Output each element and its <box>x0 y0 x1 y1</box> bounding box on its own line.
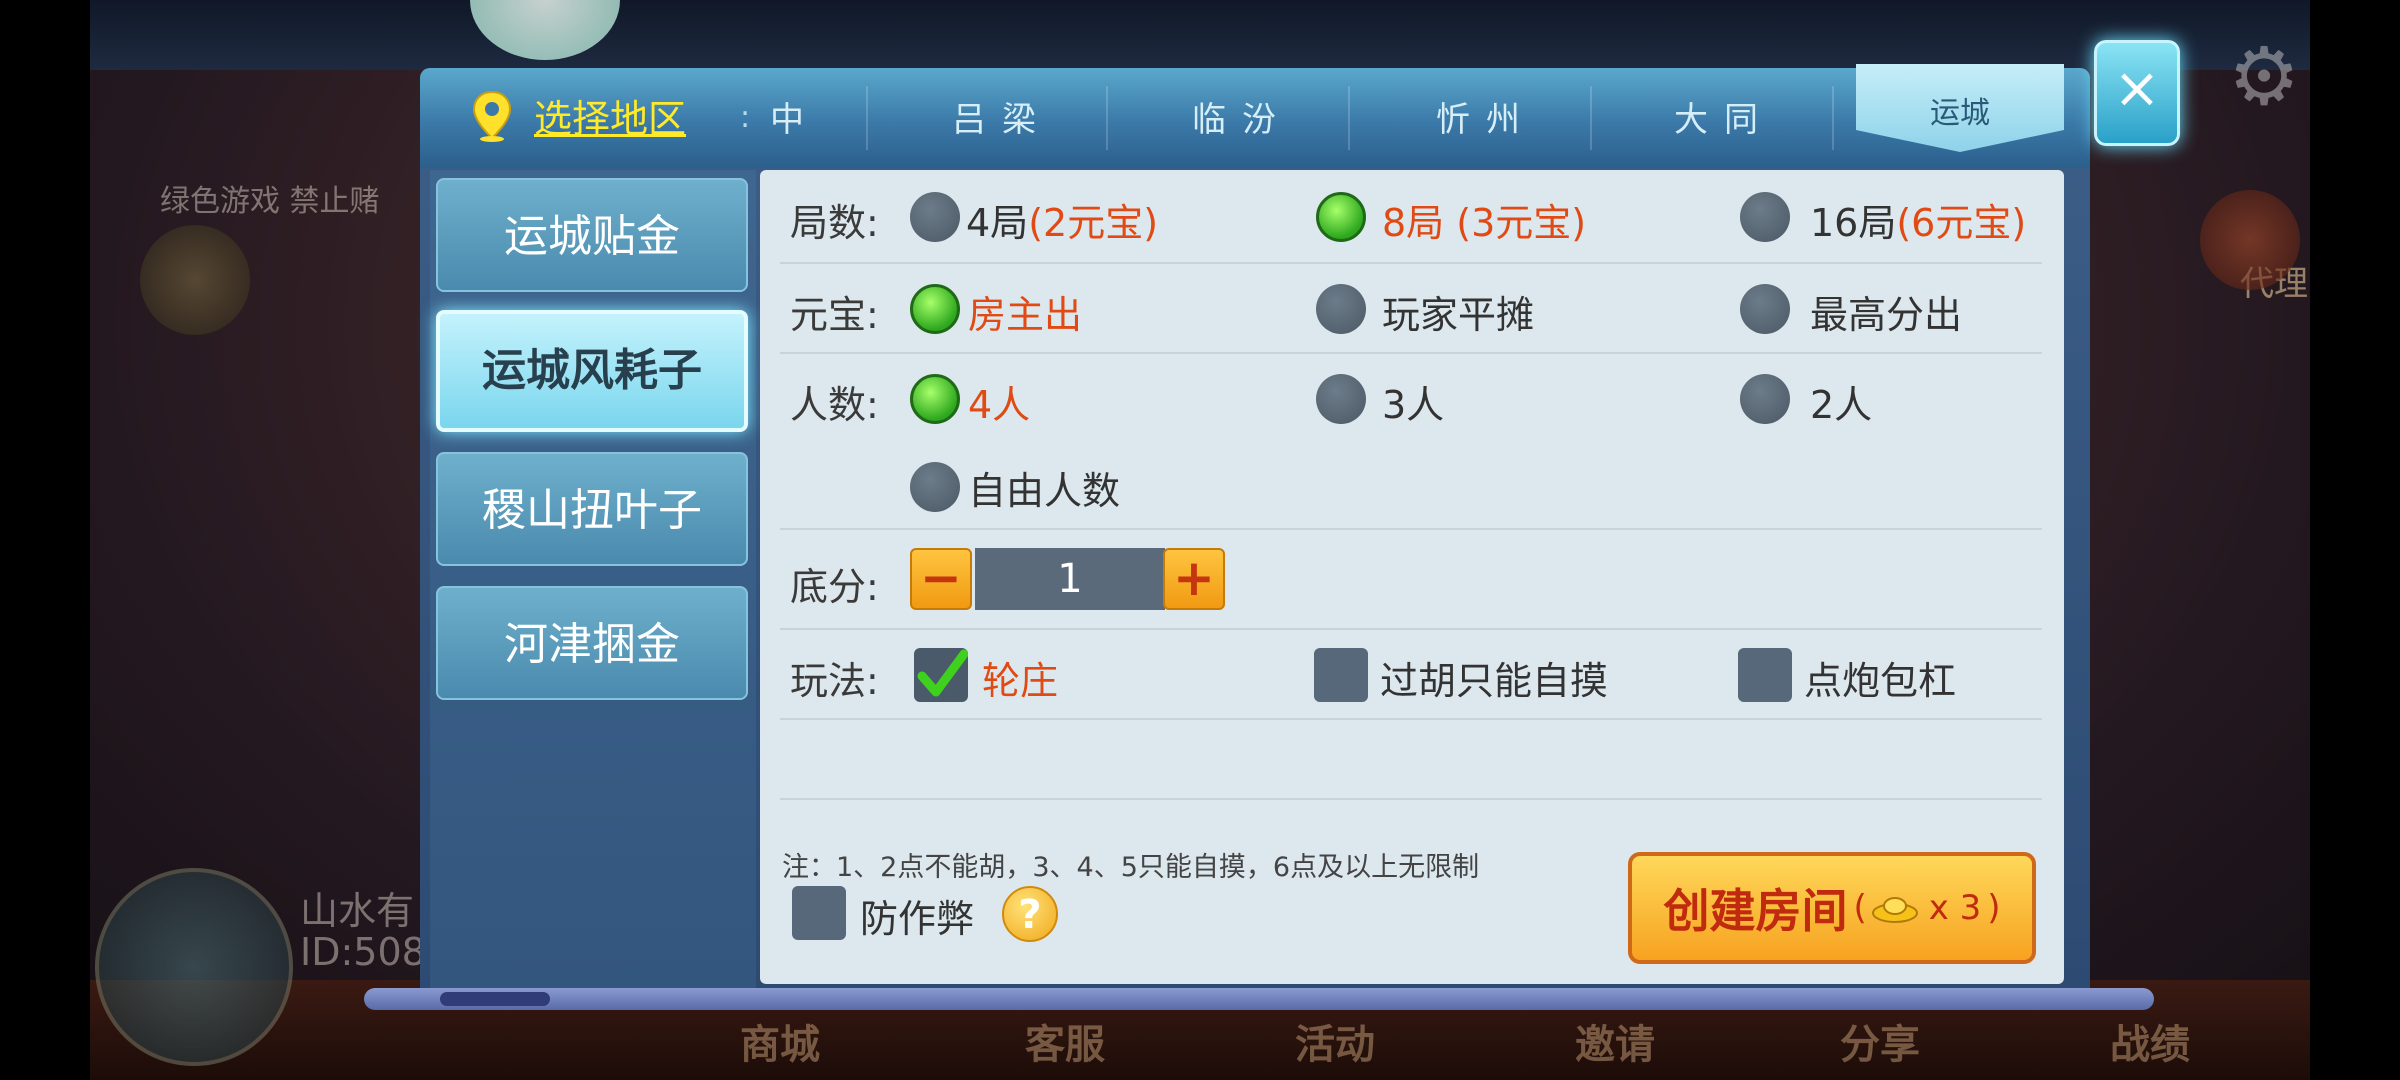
category-hejin-kunjin[interactable]: 河津捆金 <box>436 586 748 700</box>
rounds-8-radio[interactable] <box>1316 192 1366 242</box>
ingot-host-radio[interactable] <box>910 284 960 334</box>
players-free-radio[interactable] <box>910 462 960 512</box>
close-icon[interactable]: × <box>2094 40 2180 146</box>
ingot-highest-radio[interactable] <box>1740 284 1790 334</box>
rounds-16-radio[interactable] <box>1740 192 1790 242</box>
base-score-increase-button[interactable]: + <box>1163 548 1225 610</box>
stamp-icon <box>140 225 250 335</box>
create-cost-open: ( <box>1853 888 1867 928</box>
rounds-16-text: 16局 <box>1810 201 1897 245</box>
players-label: 人数: <box>790 383 879 427</box>
base-score-value: 1 <box>975 548 1165 610</box>
tab-divider <box>866 86 868 150</box>
rule-discard-pays-kong-option[interactable]: 点炮包杠 <box>1804 650 1956 705</box>
tab-city-datong[interactable]: 大同 <box>1674 92 1774 141</box>
rules-label: 玩法: <box>790 659 879 703</box>
horizontal-scrollbar[interactable] <box>364 988 2154 1010</box>
lobby-notice: 绿色游戏 禁止赌 <box>160 184 380 219</box>
location-pin-icon <box>472 90 512 142</box>
players-3-radio[interactable] <box>1316 374 1366 424</box>
rule-rotate-dealer-checkbox[interactable] <box>914 648 969 702</box>
select-region-link[interactable]: 选择地区 <box>534 88 686 143</box>
row-divider <box>780 262 2042 264</box>
rule-discard-pays-kong-checkbox[interactable] <box>1738 648 1792 702</box>
tab-divider <box>1590 86 1592 150</box>
players-2-radio[interactable] <box>1740 374 1790 424</box>
create-room-label: 创建房间 <box>1663 884 1848 938</box>
scrollbar-thumb[interactable] <box>440 992 550 1006</box>
player-avatar[interactable] <box>95 868 293 1066</box>
category-yuncheng-fenghaozi[interactable]: 运城风耗子 <box>436 310 748 432</box>
category-yuncheng-tiejin[interactable]: 运城贴金 <box>436 178 748 292</box>
lobby-tab-record[interactable]: 战绩 <box>2110 1012 2190 1070</box>
region-separator: : <box>740 100 751 135</box>
tab-city-lvliang[interactable]: 吕梁 <box>952 92 1052 141</box>
tab-city-xinzhou[interactable]: 忻州 <box>1436 92 1536 141</box>
players-2-option[interactable]: 2人 <box>1810 374 1872 429</box>
row-divider <box>780 528 2042 530</box>
players-4-radio[interactable] <box>910 374 960 424</box>
ingot-host-option[interactable]: 房主出 <box>968 284 1082 339</box>
rule-rotate-dealer-option[interactable]: 轮庄 <box>982 650 1058 705</box>
lobby-tab-invite[interactable]: 邀请 <box>1575 1012 1655 1070</box>
rounds-4-cost: (2元宝) <box>1028 201 1159 245</box>
rule-self-draw-only-option[interactable]: 过胡只能自摸 <box>1380 650 1608 705</box>
create-room-button[interactable]: 创建房间 ( x 3 ) <box>1628 852 2036 964</box>
base-score-label: 底分: <box>790 565 879 609</box>
lobby-top-bar <box>90 0 2310 70</box>
row-divider <box>780 798 2042 800</box>
tab-city-linfen[interactable]: 临汾 <box>1192 92 1292 141</box>
ingot-highest-option[interactable]: 最高分出 <box>1810 284 1962 339</box>
rule-self-draw-only-checkbox[interactable] <box>1314 648 1368 702</box>
gold-ingot-icon <box>1871 897 1918 923</box>
lobby-tab-shop[interactable]: 商城 <box>740 1012 820 1070</box>
rounds-8-text: 8局 <box>1382 201 1445 245</box>
checkmark-icon <box>917 649 969 697</box>
lobby-tab-service[interactable]: 客服 <box>1025 1012 1105 1070</box>
players-4-option[interactable]: 4人 <box>968 374 1030 429</box>
rounds-16-cost: (6元宝) <box>1896 201 2027 245</box>
tab-divider <box>1348 86 1350 150</box>
ingot-split-radio[interactable] <box>1316 284 1366 334</box>
help-question-icon[interactable]: ? <box>1002 886 1058 942</box>
rounds-8-cost: (3元宝) <box>1456 201 1587 245</box>
rule-note: 注：1、2点不能胡，3、4、5只能自摸，6点及以上无限制 <box>782 852 1480 883</box>
rounds-4-text: 4局 <box>966 201 1029 245</box>
rounds-16-option[interactable]: 16局(6元宝) <box>1810 192 2026 247</box>
settings-gear-icon[interactable]: ⚙ <box>2228 30 2300 123</box>
player-id: ID:508 <box>300 930 426 974</box>
rounds-label: 局数: <box>790 201 879 245</box>
agent-icon[interactable] <box>2200 190 2300 290</box>
row-divider <box>780 352 2042 354</box>
tab-city-zhong[interactable]: 中 <box>770 92 820 141</box>
create-cost-amount: x 3 <box>1928 888 1982 928</box>
rounds-4-radio[interactable] <box>910 192 960 242</box>
players-3-option[interactable]: 3人 <box>1382 374 1444 429</box>
tab-divider <box>1832 86 1834 150</box>
player-name: 山水有 <box>300 889 415 933</box>
anti-cheat-checkbox[interactable] <box>792 886 846 940</box>
row-divider <box>780 718 2042 720</box>
rounds-4-option[interactable]: 4局(2元宝) <box>966 192 1158 247</box>
ingot-label: 元宝: <box>790 293 879 337</box>
row-divider <box>780 628 2042 630</box>
create-cost-close: ) <box>1987 888 2001 928</box>
ingot-split-option[interactable]: 玩家平摊 <box>1382 284 1534 339</box>
tab-divider <box>1106 86 1108 150</box>
anti-cheat-label[interactable]: 防作弊 <box>860 888 974 943</box>
lobby-tab-activity[interactable]: 活动 <box>1295 1012 1375 1070</box>
lobby-tab-share[interactable]: 分享 <box>1840 1012 1920 1070</box>
players-free-option[interactable]: 自由人数 <box>968 460 1120 515</box>
category-jishan-niuyezi[interactable]: 稷山扭叶子 <box>436 452 748 566</box>
rounds-8-option[interactable]: 8局 (3元宝) <box>1382 192 1586 247</box>
selected-city-label: 运城 <box>1930 96 1990 131</box>
base-score-decrease-button[interactable]: − <box>910 548 972 610</box>
